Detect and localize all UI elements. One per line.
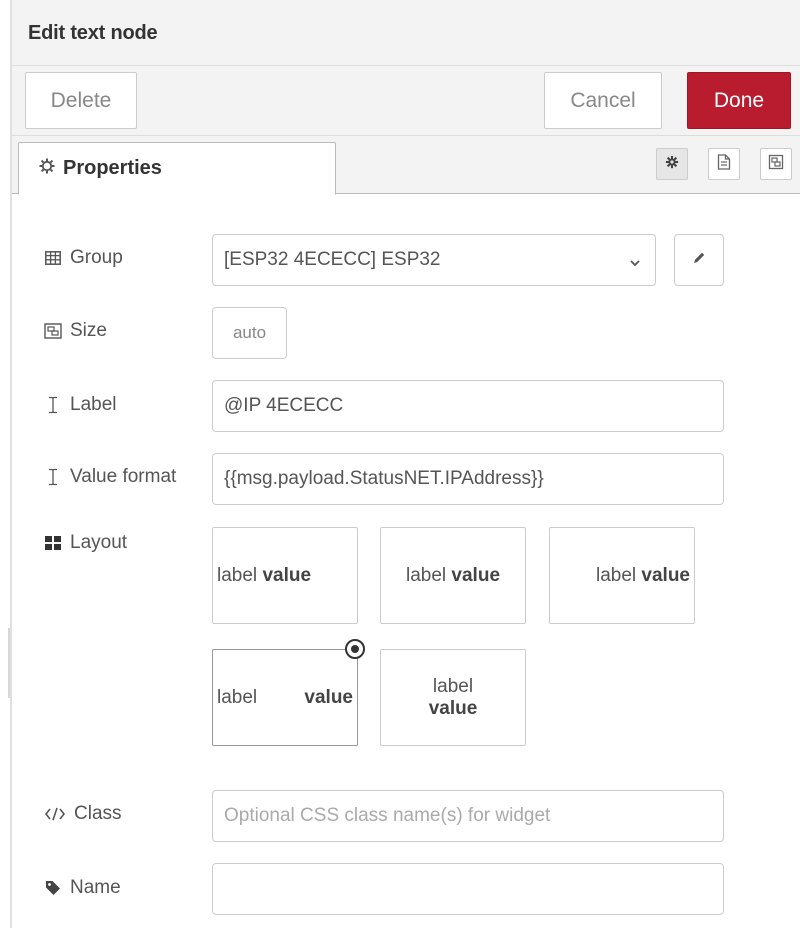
layout-option-label: label <box>405 564 447 586</box>
action-bar: Delete Cancel Done <box>12 66 800 136</box>
description-tab-button[interactable] <box>708 148 740 180</box>
name-label: Name <box>70 877 121 898</box>
class-input[interactable]: Optional CSS class name(s) for widget <box>212 790 724 842</box>
resize-handle[interactable] <box>8 628 10 698</box>
layout-option-label: label <box>595 564 637 586</box>
class-input-placeholder: Optional CSS class name(s) for widget <box>224 805 551 826</box>
object-group-icon <box>768 154 784 175</box>
value-format-row-label: Value format <box>44 466 176 488</box>
th-large-icon <box>44 534 62 552</box>
size-label: Size <box>70 320 107 341</box>
layout-option-column[interactable]: label value <box>380 649 526 746</box>
delete-button[interactable]: Delete <box>25 72 137 129</box>
table-icon <box>44 249 62 267</box>
tray-header: Edit text node <box>12 0 800 66</box>
i-cursor-icon <box>44 396 62 414</box>
value-format-input-value: {{msg.payload.StatusNET.IPAddress}} <box>224 468 544 489</box>
layout-row-label: Layout <box>44 532 127 554</box>
layout-option-value: value <box>428 697 478 719</box>
pencil-icon <box>692 251 706 270</box>
settings-tab-button[interactable] <box>656 148 688 180</box>
label-input-value: @IP 4ECECC <box>224 395 344 416</box>
appearance-tab-button[interactable] <box>760 148 792 180</box>
group-select[interactable]: [ESP32 4ECECC] ESP32 <box>212 234 656 286</box>
layout-option-value: value <box>304 686 353 708</box>
layout-option-row-right[interactable]: label value <box>549 527 695 624</box>
name-input[interactable] <box>212 863 724 915</box>
layout-option-value: value <box>262 564 312 586</box>
gear-icon <box>665 155 679 174</box>
layout-option-label: label <box>217 564 258 586</box>
code-icon <box>44 805 66 823</box>
layout-option-value: value <box>641 564 690 586</box>
label-label: Label <box>70 394 117 415</box>
gear-icon <box>39 158 55 179</box>
properties-panel: Group [ESP32 4ECECC] ESP32 Size auto Lab… <box>12 195 800 928</box>
tab-properties[interactable]: Properties <box>18 142 336 195</box>
group-select-value: [ESP32 4ECECC] ESP32 <box>224 249 441 270</box>
layout-option-row-center[interactable]: label value <box>380 527 526 624</box>
label-row-label: Label <box>44 394 117 416</box>
value-format-input[interactable]: {{msg.payload.StatusNET.IPAddress}} <box>212 453 724 505</box>
page-title: Edit text node <box>28 22 158 44</box>
size-row-label: Size <box>44 320 107 342</box>
file-text-icon <box>717 153 731 175</box>
done-button[interactable]: Done <box>687 72 791 129</box>
layout-option-label: label <box>217 686 258 708</box>
layout-option-value: value <box>451 564 501 586</box>
tab-bar: Properties <box>12 136 800 195</box>
value-format-label: Value format <box>70 466 177 487</box>
layout-option-row-spread[interactable]: label value <box>212 639 365 746</box>
layout-option-label: label <box>432 675 474 697</box>
object-group-icon <box>44 322 62 340</box>
edit-group-button[interactable] <box>674 234 724 286</box>
tag-icon <box>44 879 62 897</box>
cancel-button[interactable]: Cancel <box>544 72 662 129</box>
layout-label: Layout <box>70 532 128 553</box>
i-cursor-icon <box>44 468 62 486</box>
class-label: Class <box>74 803 122 824</box>
selected-radio-icon <box>345 639 365 659</box>
size-button[interactable]: auto <box>212 307 287 359</box>
name-row-label: Name <box>44 877 121 899</box>
label-input[interactable]: @IP 4ECECC <box>212 380 724 432</box>
tab-properties-label: Properties <box>63 157 162 179</box>
group-row-label: Group <box>44 247 123 269</box>
group-label: Group <box>70 247 123 268</box>
layout-option-row-left[interactable]: label value <box>212 527 358 624</box>
chevron-down-icon <box>629 252 641 274</box>
class-row-label: Class <box>44 803 122 825</box>
